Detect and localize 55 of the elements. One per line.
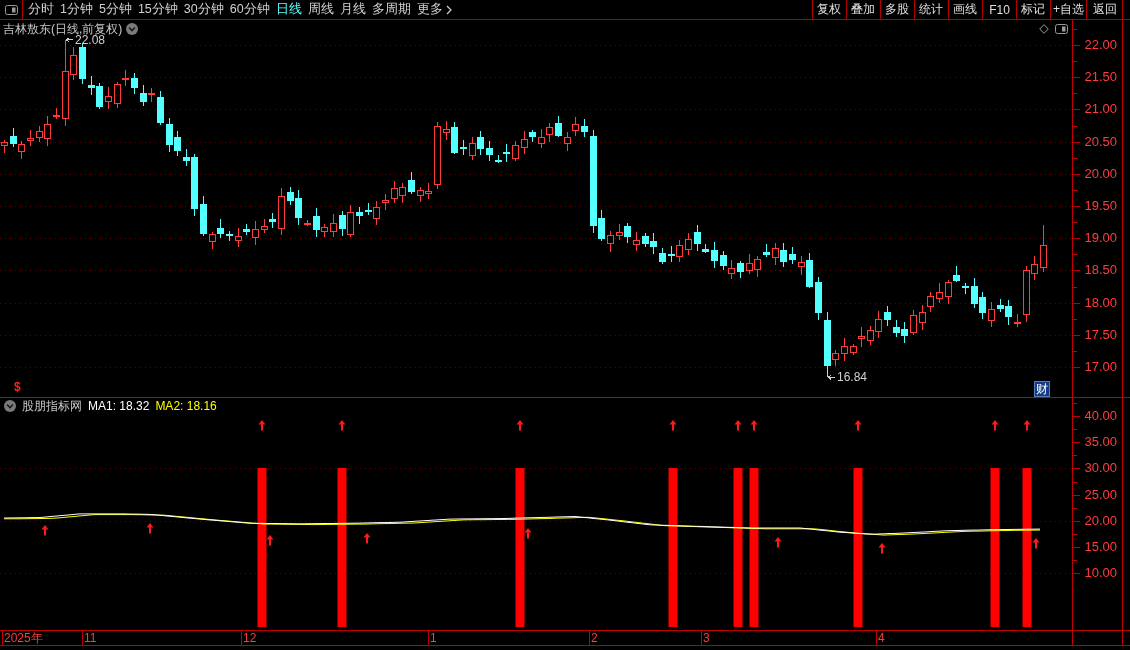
price-axis-label: 18.50 (1084, 263, 1117, 278)
period-tab[interactable]: 15分钟 (134, 0, 181, 19)
indicator-axis-label: 25.00 (1084, 487, 1117, 502)
period-tab[interactable]: 多周期 (368, 0, 414, 19)
date-axis-label: 2 (591, 631, 598, 645)
indicator-axis-label: 40.00 (1084, 409, 1117, 424)
chevron-down-icon[interactable] (126, 23, 139, 35)
date-axis-label: 12 (243, 631, 257, 645)
toolbar-button[interactable]: 多股 (880, 0, 914, 19)
toolbar-button[interactable]: 标记 (1016, 0, 1050, 19)
toolbar-button[interactable]: 复权 (812, 0, 846, 19)
indicator-axis-label: 30.00 (1084, 461, 1117, 476)
price-axis-label: 22.00 (1084, 38, 1117, 53)
toolbar-button[interactable]: 叠加 (846, 0, 880, 19)
price-axis-label: 21.00 (1084, 102, 1117, 117)
legend-value: MA1: 18.32 (88, 399, 150, 413)
chevron-right-icon (445, 4, 452, 15)
toolbar-button[interactable]: 统计 (914, 0, 948, 19)
toolbar-button[interactable]: 画线 (948, 0, 982, 19)
panel-toggle-icon (4, 4, 18, 15)
toolbar-button[interactable]: 返回 (1086, 0, 1123, 19)
panel-toggle-icon (1055, 24, 1068, 34)
indicator-axis-label: 15.00 (1084, 540, 1117, 555)
legend-value: MA2: 18.16 (155, 399, 217, 413)
price-axis-label: 18.00 (1084, 295, 1117, 310)
indicator-axis-label: 20.00 (1084, 513, 1117, 528)
period-tab[interactable]: 分时 (25, 0, 57, 19)
price-axis-label: 17.00 (1084, 359, 1117, 374)
period-tab[interactable]: 月线 (336, 0, 369, 19)
price-axis-label: 19.00 (1084, 231, 1117, 246)
period-tab[interactable]: 60分钟 (226, 0, 273, 19)
date-axis-label: 2025年 (4, 631, 43, 645)
price-axis-label: 17.50 (1084, 327, 1117, 342)
indicator-axis-label: 35.00 (1084, 435, 1117, 450)
indicator-axis-label: 10.00 (1084, 566, 1117, 581)
period-tab[interactable]: 30分钟 (180, 0, 227, 19)
price-axis-label: 20.50 (1084, 134, 1117, 149)
period-tab[interactable]: 周线 (304, 0, 337, 19)
chart-title: 吉林敖东(日线,前复权) (3, 20, 123, 36)
date-axis-label: 11 (84, 631, 97, 645)
toolbar-button[interactable]: +自选 (1050, 0, 1086, 19)
indicator-name: 股朋指标网 (22, 397, 82, 415)
date-axis-label: 3 (703, 631, 710, 645)
period-tab[interactable]: 日线 (272, 0, 305, 19)
price-axis-label: 21.50 (1084, 70, 1117, 85)
date-axis-label: 4 (878, 631, 885, 645)
toolbar-button[interactable]: F10 (982, 0, 1016, 19)
more-button[interactable]: 更多 (413, 0, 455, 19)
price-axis-label: 20.00 (1084, 166, 1117, 181)
date-axis-label: 1 (430, 631, 437, 645)
chevron-down-icon[interactable] (4, 400, 16, 412)
price-axis-label: 19.50 (1084, 199, 1117, 214)
period-tab[interactable]: 5分钟 (95, 0, 135, 19)
diamond-icon[interactable] (1039, 24, 1049, 34)
period-tab[interactable]: 1分钟 (57, 0, 96, 19)
